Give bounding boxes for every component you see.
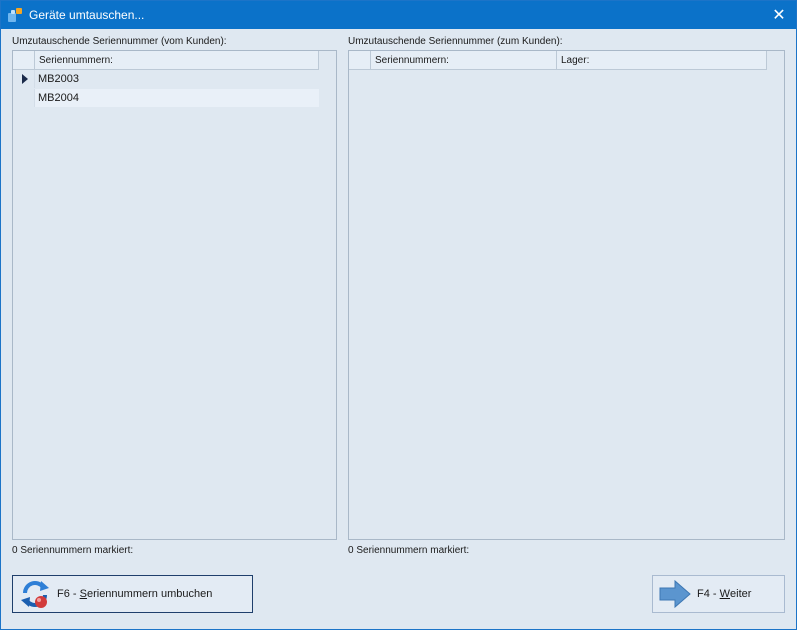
table-row[interactable]: MB2003 (13, 70, 319, 88)
right-col-seriennummern[interactable]: Seriennummern: (371, 51, 557, 70)
row-indicator (13, 70, 35, 88)
title-bar[interactable]: Geräte umtauschen... ✕ (1, 1, 796, 29)
close-icon: ✕ (772, 7, 786, 24)
row-indicator (13, 89, 35, 107)
left-grid-header: Seriennummern: (13, 51, 319, 70)
window-title: Geräte umtauschen... (29, 8, 145, 22)
next-label-prefix: F4 - (697, 588, 720, 600)
left-serial-grid[interactable]: Seriennummern: MB2003 MB2004 (12, 50, 337, 540)
dialog-window: Geräte umtauschen... ✕ Umzutauschende Se… (0, 0, 797, 630)
arrow-right-icon (659, 579, 691, 609)
rebook-refresh-icon (21, 581, 49, 608)
left-grid-corner (13, 51, 35, 70)
app-icon (8, 8, 22, 22)
rebook-label-rest: eriennummern umbuchen (86, 588, 213, 600)
left-panel-caption: Umzutauschende Seriennummer (vom Kunden)… (12, 36, 227, 47)
next-button[interactable]: F4 - Weiter (652, 575, 785, 613)
right-serial-grid[interactable]: Seriennummern: Lager: (348, 50, 785, 540)
right-status-text: 0 Seriennummern markiert: (348, 545, 470, 556)
right-col-lager[interactable]: Lager: (557, 51, 767, 70)
right-grid-header: Seriennummern: Lager: (349, 51, 767, 70)
right-panel-caption: Umzutauschende Seriennummer (zum Kunden)… (348, 36, 563, 47)
close-button[interactable]: ✕ (762, 1, 796, 29)
table-row[interactable]: MB2004 (13, 89, 319, 107)
current-row-arrow-icon (22, 74, 28, 84)
serial-cell[interactable]: MB2003 (35, 70, 319, 88)
rebook-label-prefix: F6 - (57, 588, 80, 600)
right-grid-corner (349, 51, 371, 70)
rebook-label-mnemonic: S (79, 588, 87, 600)
left-col-seriennummern[interactable]: Seriennummern: (35, 51, 319, 70)
rebook-serials-button[interactable]: F6 - Seriennummern umbuchen (12, 575, 253, 613)
left-status-text: 0 Seriennummern markiert: (12, 545, 134, 556)
next-label-mnemonic: W (719, 588, 731, 600)
next-label-rest: eiter (730, 588, 752, 600)
serial-cell[interactable]: MB2004 (35, 89, 319, 107)
